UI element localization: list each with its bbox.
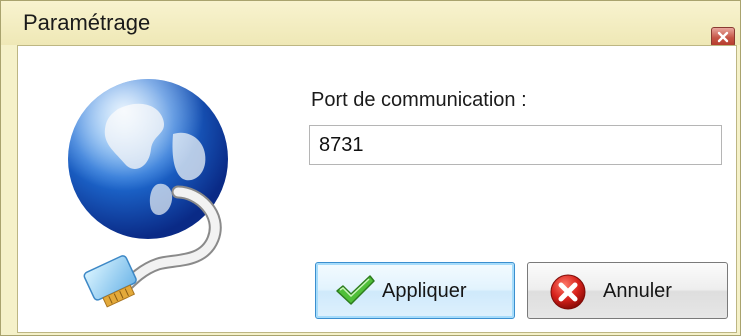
cancel-button[interactable]: Annuler — [527, 262, 728, 319]
apply-button[interactable]: Appliquer — [315, 262, 515, 319]
port-label: Port de communication : — [311, 89, 527, 111]
globe-network-cable-icon — [68, 79, 228, 308]
window-title: Paramétrage — [23, 10, 151, 35]
port-input[interactable] — [309, 125, 722, 165]
close-button[interactable] — [711, 27, 735, 47]
dialog-content: Port de communication : Appliquer — [17, 45, 737, 333]
settings-dialog: Paramétrage Port de communication: 8731… — [0, 0, 741, 336]
title-bar[interactable]: Paramétrage — [1, 1, 740, 47]
green-checkmark-icon — [336, 275, 375, 305]
red-cross-circle-icon — [550, 274, 586, 310]
close-icon — [717, 31, 729, 43]
cancel-label: Annuler — [603, 280, 672, 302]
apply-label: Appliquer — [382, 280, 467, 302]
